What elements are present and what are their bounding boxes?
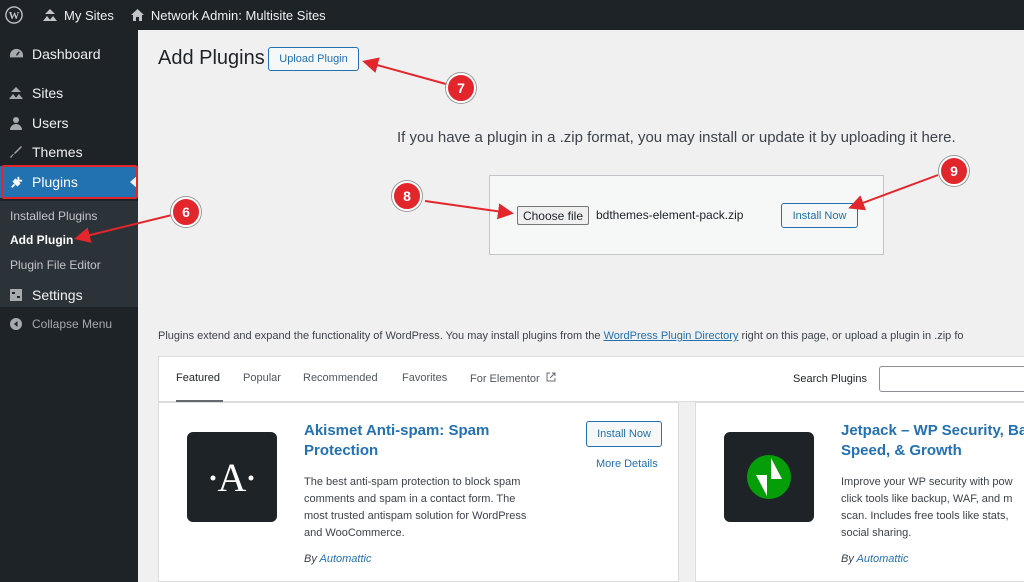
- tab-favorites[interactable]: Favorites: [402, 372, 447, 384]
- plugins-highlight-box: [1, 165, 138, 199]
- annotation-badge-8: 8: [392, 181, 422, 211]
- themes-icon: [8, 144, 24, 160]
- submenu-add-plugin[interactable]: Add Plugin: [10, 233, 73, 247]
- install-now-button[interactable]: Install Now: [781, 203, 858, 228]
- intro-text: Plugins extend and expand the functional…: [158, 330, 964, 342]
- plugin-card-jetpack: Jetpack – WP Security, Ba Speed, & Growt…: [695, 402, 1024, 582]
- akismet-logo-icon: A: [187, 432, 277, 522]
- my-sites-menu[interactable]: My Sites: [34, 0, 122, 30]
- annotation-badge-6: 6: [171, 197, 201, 227]
- intro-text-end: right on this page, or upload a plugin i…: [738, 330, 964, 342]
- upload-form: Choose file bdthemes-element-pack.zip In…: [489, 175, 884, 255]
- sidebar-label: Dashboard: [32, 46, 101, 62]
- users-icon: [8, 115, 24, 131]
- plugin-directory-link[interactable]: WordPress Plugin Directory: [604, 330, 739, 342]
- search-plugins-label: Search Plugins: [793, 373, 867, 385]
- plugin-card-akismet: A Akismet Anti-spam: Spam Protection The…: [158, 402, 679, 582]
- submenu-plugin-file-editor[interactable]: Plugin File Editor: [10, 258, 101, 272]
- collapse-icon: [8, 316, 24, 332]
- tab-recommended[interactable]: Recommended: [303, 372, 378, 384]
- wordpress-logo-icon[interactable]: W: [0, 0, 34, 30]
- svg-text:W: W: [9, 10, 20, 22]
- intro-text-start: Plugins extend and expand the functional…: [158, 330, 604, 342]
- sidebar-item-sites[interactable]: Sites: [0, 77, 138, 109]
- plugin-description: Improve your WP security with pow click …: [841, 474, 1013, 542]
- plugin-description: The best anti-spam protection to block s…: [304, 474, 526, 542]
- plugin-title-link[interactable]: Jetpack – WP Security, Ba Speed, & Growt…: [841, 421, 1024, 461]
- svg-text:A: A: [218, 455, 247, 500]
- sidebar-item-dashboard[interactable]: Dashboard: [0, 38, 138, 70]
- sidebar-item-users[interactable]: Users: [0, 107, 138, 139]
- author-prefix: By: [841, 553, 857, 565]
- sidebar-label: Themes: [32, 144, 83, 160]
- my-sites-icon: [43, 9, 57, 21]
- search-plugins-input[interactable]: [879, 366, 1024, 392]
- author-link[interactable]: Automattic: [857, 553, 909, 565]
- description-line: scan. Includes free tools like stats,: [841, 510, 1009, 522]
- more-details-link[interactable]: More Details: [596, 458, 658, 470]
- plugin-filter-bar: Featured Popular Recommended Favorites F…: [158, 356, 1024, 403]
- description-line: The best anti-spam protection to block s…: [304, 476, 521, 488]
- selected-file-name: bdthemes-element-pack.zip: [596, 208, 744, 222]
- plugin-title-link[interactable]: Akismet Anti-spam: Spam Protection: [304, 421, 489, 461]
- jetpack-logo-icon: [724, 432, 814, 522]
- author-prefix: By: [304, 553, 320, 565]
- description-line: Improve your WP security with pow: [841, 476, 1013, 488]
- home-icon: [130, 9, 144, 21]
- description-line: most trusted antispam solution for WordP…: [304, 510, 527, 522]
- plugin-title-line: Jetpack – WP Security, Ba: [841, 422, 1024, 439]
- tab-for-elementor[interactable]: For Elementor: [470, 372, 556, 385]
- dashboard-icon: [8, 46, 24, 62]
- plugin-title-line: Akismet Anti-spam: Spam: [304, 422, 490, 439]
- settings-icon: [8, 287, 24, 303]
- collapse-menu-button[interactable]: Collapse Menu: [0, 308, 138, 340]
- upload-hint-text: If you have a plugin in a .zip format, y…: [397, 129, 956, 146]
- sidebar-label: Sites: [32, 85, 64, 101]
- admin-sidebar: Dashboard Sites Users Themes Plugins Ins…: [0, 30, 138, 582]
- description-line: and WooCommerce.: [304, 527, 405, 539]
- upload-plugin-button[interactable]: Upload Plugin: [268, 47, 359, 71]
- sidebar-item-settings[interactable]: Settings: [0, 279, 138, 311]
- sidebar-item-themes[interactable]: Themes: [0, 136, 138, 168]
- description-line: comments and spam in a contact form. The: [304, 493, 516, 505]
- tab-featured[interactable]: Featured: [176, 372, 220, 384]
- my-sites-label: My Sites: [64, 7, 114, 23]
- author-link[interactable]: Automattic: [320, 553, 372, 565]
- card-install-now-button[interactable]: Install Now: [586, 421, 662, 447]
- main-content: Add Plugins Upload Plugin If you have a …: [138, 30, 1024, 582]
- admin-bar: W My Sites Network Admin: Multisite Site…: [0, 0, 1024, 30]
- collapse-menu-label: Collapse Menu: [32, 317, 113, 331]
- sidebar-label: Settings: [32, 287, 83, 303]
- annotation-badge-9: 9: [939, 156, 969, 186]
- tab-popular[interactable]: Popular: [243, 372, 281, 384]
- sidebar-label: Users: [32, 115, 69, 131]
- plugin-author: By Automattic: [841, 553, 908, 565]
- description-line: social sharing.: [841, 527, 912, 539]
- tab-for-elementor-label: For Elementor: [470, 373, 540, 385]
- submenu-installed-plugins[interactable]: Installed Plugins: [10, 209, 97, 223]
- choose-file-button[interactable]: Choose file: [517, 206, 589, 225]
- plugin-title-line: Protection: [304, 442, 379, 459]
- network-admin-menu[interactable]: Network Admin: Multisite Sites: [122, 0, 334, 30]
- external-link-icon: [546, 372, 556, 382]
- annotation-badge-7: 7: [446, 73, 476, 103]
- description-line: click tools like backup, WAF, and m: [841, 493, 1013, 505]
- sites-icon: [8, 85, 24, 101]
- page-title: Add Plugins: [158, 47, 265, 69]
- plugin-author: By Automattic: [304, 553, 371, 565]
- plugin-title-line: Speed, & Growth: [841, 442, 962, 459]
- network-admin-label: Network Admin: Multisite Sites: [150, 7, 326, 23]
